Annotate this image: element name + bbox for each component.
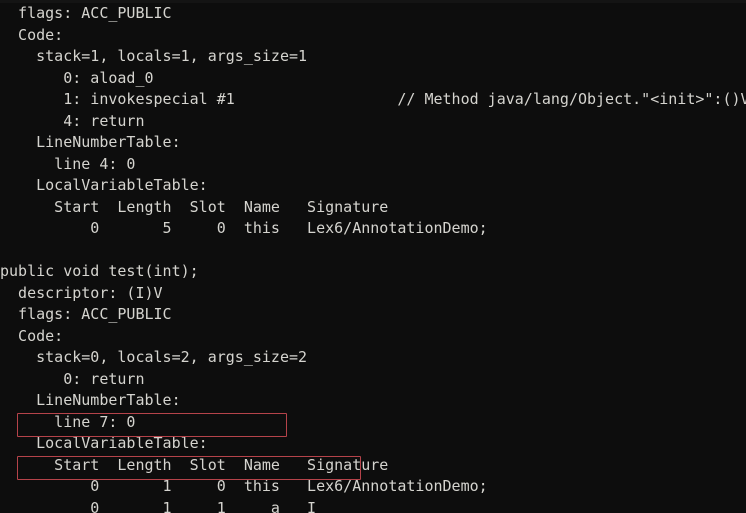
code-line: LocalVariableTable: [0, 434, 208, 452]
code-line: LineNumberTable: [0, 391, 181, 409]
code-line: Code: [0, 25, 64, 44]
code-line: line 4: 0 [0, 154, 136, 173]
code-line: 1: invokespecial #1 // Method java/lang/… [0, 90, 746, 108]
code-line: flags: ACC_PUBLIC [0, 305, 172, 323]
code-line: 0: return [0, 369, 145, 388]
code-line: 0 1 1 a I [0, 498, 317, 513]
code-line: stack=0, locals=2, args_size=2 [0, 348, 308, 366]
code-line: 0 5 0 this Lex6/AnnotationDemo; [0, 219, 488, 237]
code-line: LocalVariableTable: [0, 176, 208, 194]
code-line: Code: [0, 326, 64, 345]
code-line: 4: return [0, 111, 145, 130]
code-line: 0: aload_0 [0, 68, 154, 87]
code-line: line 7: 0 [0, 412, 136, 431]
code-line: 0 1 0 this Lex6/AnnotationDemo; [0, 477, 488, 495]
code-line: flags: ACC_PUBLIC [0, 4, 172, 22]
code-line: LineNumberTable: [0, 133, 181, 151]
code-line: descriptor: (I)V [0, 283, 163, 302]
terminal-window: flags: ACC_PUBLIC Code: stack=1, locals=… [0, 0, 746, 513]
code-line: Start Length Slot Name Signature [0, 455, 389, 474]
javap-output-text: flags: ACC_PUBLIC Code: stack=1, locals=… [0, 3, 746, 513]
code-line: stack=1, locals=1, args_size=1 [0, 47, 308, 65]
code-line: public void test(int); [0, 262, 199, 280]
code-line: Start Length Slot Name Signature [0, 197, 389, 216]
